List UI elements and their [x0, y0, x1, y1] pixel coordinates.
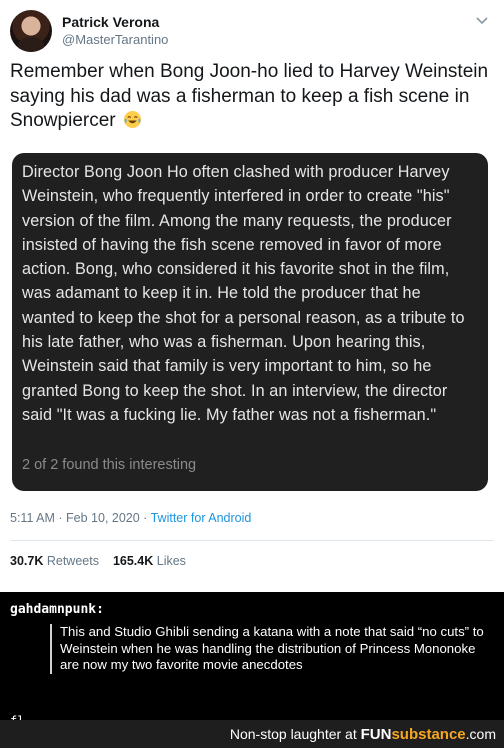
user-handle[interactable]: @MasterTarantino [62, 31, 168, 48]
retweets-label: Retweets [46, 554, 99, 568]
divider [10, 540, 494, 541]
author-names: Patrick Verona @MasterTarantino [62, 13, 168, 48]
tweet: Patrick Verona @MasterTarantino Remember… [0, 0, 504, 592]
card-footer: 2 of 2 found this interesting [22, 457, 197, 473]
tweet-header: Patrick Verona @MasterTarantino [10, 8, 494, 54]
watermark-footer: Non-stop laughter at FUNsubstance.com [0, 720, 504, 748]
tweet-text: Remember when Bong Joon-ho lied to Harve… [10, 60, 496, 134]
tweet-stats: 30.7K Retweets 165.4K Likes [10, 554, 186, 568]
retweets-count: 30.7K [10, 554, 44, 568]
source-link[interactable]: Twitter for Android [151, 511, 252, 525]
brand-fun: FUN [360, 726, 392, 743]
retweets-stat[interactable]: 30.7K Retweets [10, 554, 99, 568]
tumblr-username[interactable]: gahdamnpunk: [10, 602, 104, 617]
tweet-body: Remember when Bong Joon-ho lied to Harve… [10, 61, 489, 131]
brand-tld: .com [465, 726, 496, 742]
likes-label: Likes [156, 554, 186, 568]
tumblr-post: gahdamnpunk: This and Studio Ghibli send… [0, 592, 504, 728]
timestamp[interactable]: 5:11 AM · Feb 10, 2020 · [10, 511, 151, 525]
footer-tagline: Non-stop laughter at [229, 726, 361, 742]
likes-stat[interactable]: 165.4K Likes [113, 554, 186, 568]
card-text: Director Bong Joon Ho often clashed with… [22, 163, 465, 424]
quote-card[interactable]: Director Bong Joon Ho often clashed with… [12, 153, 488, 491]
likes-count: 165.4K [112, 554, 154, 568]
chevron-down-icon[interactable] [474, 12, 490, 28]
face-with-tears-of-joy-icon [123, 110, 141, 129]
footer-text[interactable]: Non-stop laughter at FUNsubstance.com [230, 724, 496, 745]
display-name[interactable]: Patrick Verona [62, 13, 168, 31]
avatar[interactable] [10, 10, 52, 52]
tweet-meta: 5:11 AM · Feb 10, 2020 · Twitter for And… [10, 511, 251, 525]
tumblr-quote: This and Studio Ghibli sending a katana … [50, 624, 490, 674]
brand-substance: substance [391, 726, 466, 743]
